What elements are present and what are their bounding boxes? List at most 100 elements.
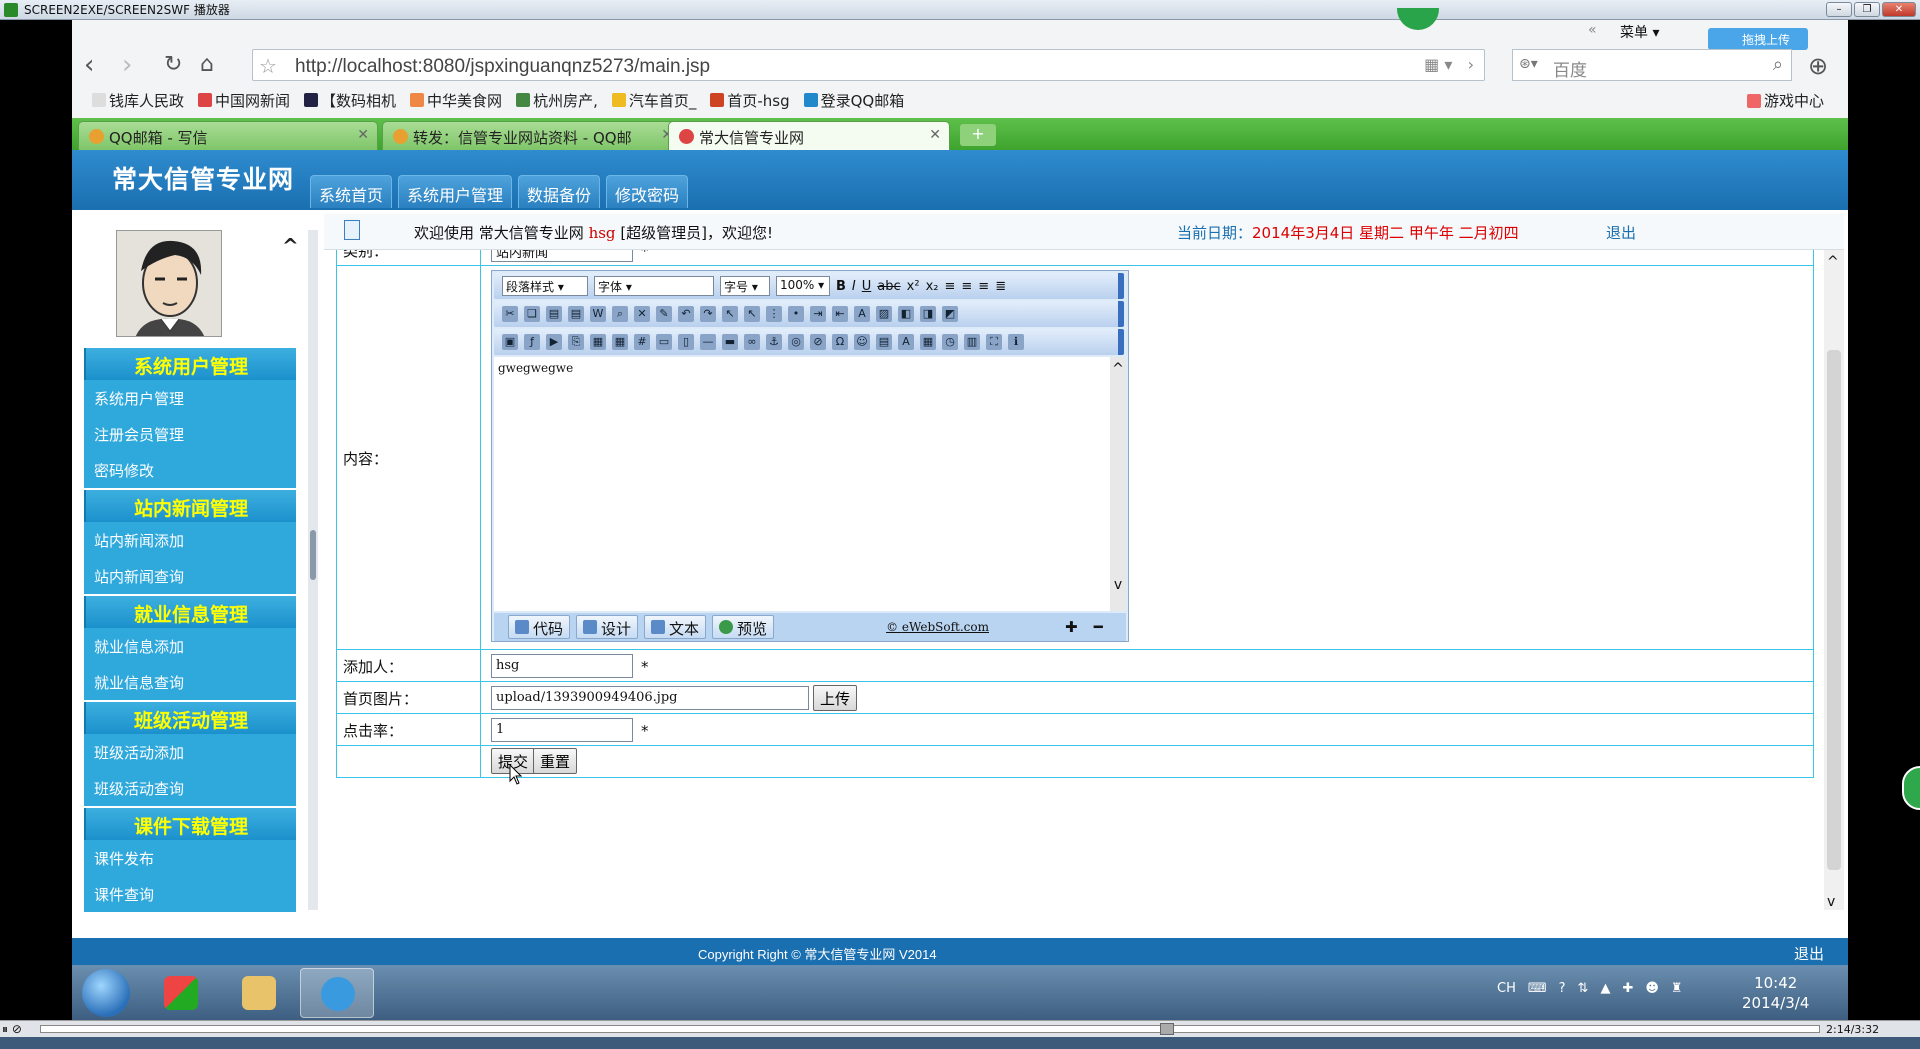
tray-expand-icon[interactable]: ▲ bbox=[1600, 981, 1610, 996]
forward-icon[interactable]: › bbox=[122, 52, 132, 78]
align-justify-icon[interactable]: ≣ bbox=[995, 279, 1006, 294]
search-engine-icon[interactable]: ⊛▾ bbox=[1519, 56, 1538, 72]
bookmark-item[interactable]: 中国网新闻 bbox=[198, 90, 290, 111]
editor-scroll-up-icon[interactable]: ^ bbox=[1110, 361, 1126, 377]
mode-preview-button[interactable]: 预览 bbox=[712, 615, 775, 639]
special-char-icon[interactable]: Ω bbox=[832, 334, 848, 350]
bookmark-item[interactable]: 杭州房产, bbox=[516, 90, 598, 111]
delete-icon[interactable]: ✕ bbox=[634, 306, 650, 322]
nav-change-password[interactable]: 修改密码 bbox=[606, 175, 689, 208]
sidebar-item-user-management[interactable]: 系统用户管理 bbox=[84, 380, 296, 416]
map-icon[interactable]: ◎ bbox=[788, 334, 804, 350]
bookmark-item[interactable]: 中华美食网 bbox=[410, 90, 502, 111]
address-dropdown-icon[interactable]: ▦ ▾ › bbox=[1424, 55, 1474, 74]
time-icon[interactable]: ◷ bbox=[942, 334, 958, 350]
indent-icon[interactable]: ⇥ bbox=[810, 306, 826, 322]
unlink-icon[interactable]: ⊘ bbox=[810, 334, 826, 350]
player-progress-track[interactable] bbox=[40, 1025, 1820, 1033]
editor-expand-icon[interactable]: ✚ bbox=[1065, 618, 1078, 636]
taskbar-clock[interactable]: 10:42 2014/3/4 bbox=[1742, 973, 1809, 1013]
nav-home[interactable]: 系统首页 bbox=[310, 175, 393, 208]
flash-icon[interactable]: ƒ bbox=[524, 334, 540, 350]
about-icon[interactable]: ℹ bbox=[1008, 334, 1024, 350]
page-scroll-thumb[interactable] bbox=[1827, 350, 1841, 870]
layer-back-icon[interactable]: ◩ bbox=[942, 306, 958, 322]
keyboard-icon[interactable]: ⌨ bbox=[1528, 981, 1547, 996]
bookmark-item[interactable]: 【数码相机 bbox=[304, 90, 396, 111]
minimize-button[interactable]: – bbox=[1826, 2, 1852, 17]
unordered-list-icon[interactable]: • bbox=[788, 306, 804, 322]
editor-scroll-down-icon[interactable]: v bbox=[1110, 577, 1126, 593]
mode-design-button[interactable]: 设计 bbox=[576, 615, 639, 639]
search-input[interactable]: 百度 bbox=[1553, 56, 1587, 81]
clear-format-icon[interactable]: ✎ bbox=[656, 306, 672, 322]
category-field[interactable]: 站内新闻 bbox=[491, 250, 633, 262]
tab-current-site[interactable]: 常大信管专业网 ✕ bbox=[668, 121, 950, 150]
sidebar-section-jobs[interactable]: 就业信息管理 bbox=[84, 596, 296, 628]
zoom-select[interactable]: 100% ▾ bbox=[776, 276, 830, 296]
tab-close-icon[interactable]: ✕ bbox=[929, 127, 941, 143]
home-icon[interactable]: ⌂ bbox=[200, 52, 214, 78]
paste-text-icon[interactable]: ▤ bbox=[568, 306, 584, 322]
address-bar[interactable]: ☆ http://localhost:8080/jspxinguanqnz527… bbox=[252, 49, 1485, 81]
tray-app-icon[interactable]: ✚ bbox=[1622, 981, 1633, 996]
attachment-icon[interactable]: ⎘ bbox=[568, 334, 584, 350]
font-select[interactable]: 字体 ▾ bbox=[594, 276, 714, 296]
subscript-icon[interactable]: x₂ bbox=[926, 279, 939, 294]
anchor-icon[interactable]: ⚓ bbox=[766, 334, 782, 350]
sidebar-item-courseware-query[interactable]: 课件查询 bbox=[84, 876, 296, 912]
align-left-icon[interactable]: ≡ bbox=[944, 279, 955, 294]
tab-qq-mail[interactable]: QQ邮箱 - 写信 ✕ bbox=[78, 121, 378, 150]
maximize-button[interactable]: ❐ bbox=[1854, 2, 1880, 17]
mode-code-button[interactable]: 代码 bbox=[508, 615, 571, 639]
font-size-select[interactable]: 字号 ▾ bbox=[720, 276, 770, 296]
editor-shrink-icon[interactable]: ━ bbox=[1094, 618, 1103, 636]
ime-indicator[interactable]: CH bbox=[1497, 981, 1516, 996]
mode-text-button[interactable]: 文本 bbox=[644, 615, 707, 639]
nav-user-management[interactable]: 系统用户管理 bbox=[398, 175, 513, 208]
tray-app-icon-2[interactable]: ♜ bbox=[1671, 981, 1683, 996]
redo-icon[interactable]: ↷ bbox=[700, 306, 716, 322]
taskbar-app-1[interactable] bbox=[144, 968, 218, 1018]
emoticon-icon[interactable]: ☺ bbox=[854, 334, 870, 350]
paragraph-style-select[interactable]: 段落样式 ▾ bbox=[502, 276, 588, 296]
sidebar-section-activities[interactable]: 班级活动管理 bbox=[84, 702, 296, 734]
sidebar-item-jobs-add[interactable]: 就业信息添加 bbox=[84, 628, 296, 664]
reload-icon[interactable]: ↻ bbox=[164, 52, 182, 78]
paste-word-icon[interactable]: W bbox=[590, 306, 606, 322]
sidebar-item-news-query[interactable]: 站内新闻查询 bbox=[84, 558, 296, 594]
frame-icon[interactable]: ▭ bbox=[656, 334, 672, 350]
editor-scrollbar[interactable]: ^ v bbox=[1110, 357, 1126, 611]
fullscreen-icon[interactable]: ⛶ bbox=[986, 334, 1002, 350]
page-scroll-down-icon[interactable]: v bbox=[1827, 894, 1835, 910]
sidebar-section-user[interactable]: 系统用户管理 bbox=[84, 348, 296, 380]
sidebar-item-activities-query[interactable]: 班级活动查询 bbox=[84, 770, 296, 806]
bg-color-icon[interactable]: ▨ bbox=[876, 306, 892, 322]
editor-brand-link[interactable]: © eWebSoft.com bbox=[886, 620, 989, 634]
select-icon[interactable]: ↖ bbox=[722, 306, 738, 322]
bold-icon[interactable]: B bbox=[836, 279, 846, 294]
page-scrollbar[interactable]: ^ v bbox=[1824, 250, 1844, 910]
iframe-icon[interactable]: ▯ bbox=[678, 334, 694, 350]
upload-button[interactable]: 上传 bbox=[813, 685, 858, 711]
bookmark-item[interactable]: 汽车首页_ bbox=[611, 90, 696, 111]
superscript-icon[interactable]: x² bbox=[907, 279, 920, 294]
italic-icon[interactable]: I bbox=[852, 279, 856, 294]
game-center-link[interactable]: 游戏中心 bbox=[1746, 90, 1824, 111]
strikethrough-icon[interactable]: abc bbox=[877, 279, 900, 294]
art-text-icon[interactable]: A bbox=[898, 334, 914, 350]
collapse-icon[interactable]: « bbox=[1588, 22, 1597, 38]
close-button[interactable]: ✕ bbox=[1882, 2, 1916, 17]
pagination-icon[interactable]: ▥ bbox=[964, 334, 980, 350]
hr-icon[interactable]: — bbox=[700, 334, 716, 350]
search-icon[interactable]: ⌕ bbox=[1773, 54, 1783, 75]
link-icon[interactable]: ∞ bbox=[744, 334, 760, 350]
editor-content[interactable]: gwegwegwe bbox=[494, 357, 1110, 611]
network-icon[interactable]: ⇅ bbox=[1578, 981, 1589, 996]
sidebar-item-password[interactable]: 密码修改 bbox=[84, 452, 296, 488]
help-icon[interactable]: ? bbox=[1559, 981, 1566, 996]
image-icon[interactable]: ▣ bbox=[502, 334, 518, 350]
hits-field[interactable]: 1 bbox=[491, 718, 633, 742]
grid-icon[interactable]: # bbox=[634, 334, 650, 350]
cut-icon[interactable]: ✂ bbox=[502, 306, 518, 322]
